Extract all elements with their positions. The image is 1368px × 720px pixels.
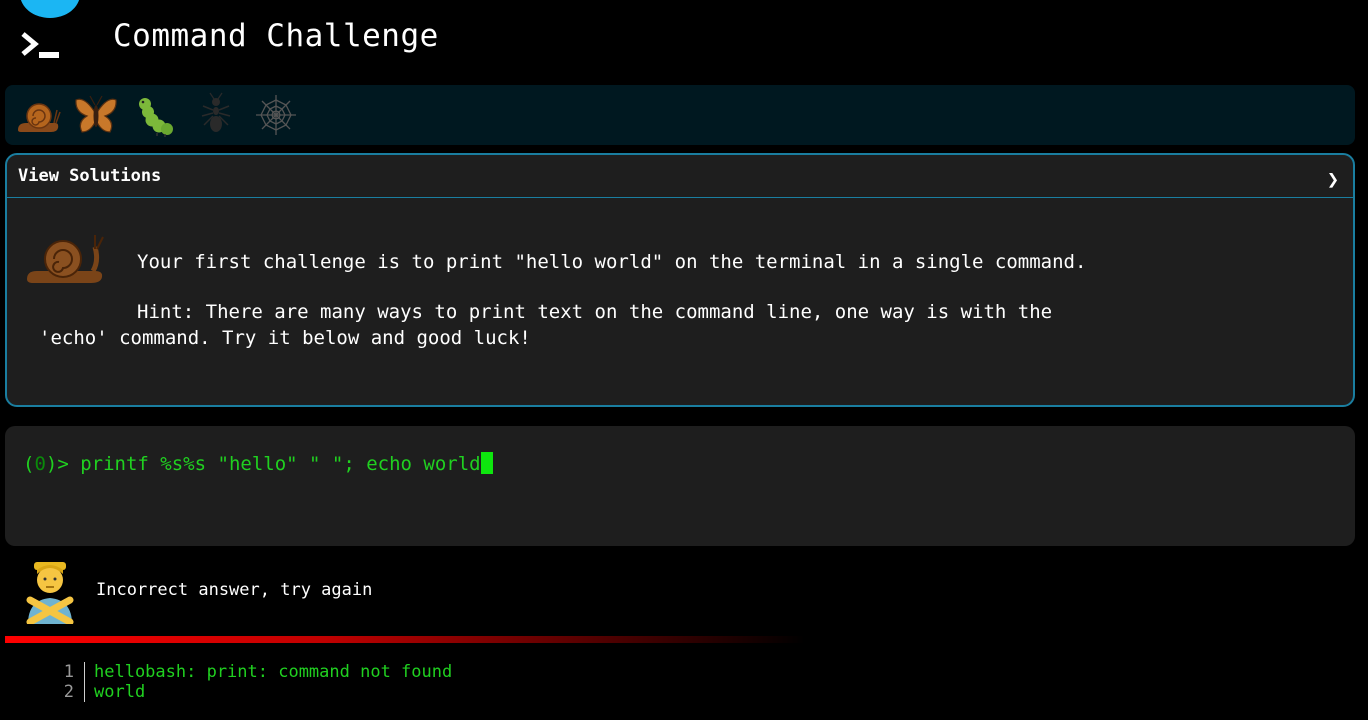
output-text: world xyxy=(94,682,146,702)
output-text: hellobash: print: command not found xyxy=(94,662,453,682)
hint-text-continued: 'echo' command. Try it below and good lu… xyxy=(39,327,531,349)
line-number: 1 xyxy=(63,662,74,682)
spider-web-icon[interactable] xyxy=(253,92,299,138)
incorrect-gesture-avatar-icon xyxy=(26,562,74,624)
terminal-prompt-icon[interactable] xyxy=(18,28,62,64)
page-title: Command Challenge xyxy=(113,18,439,54)
caterpillar-icon[interactable] xyxy=(133,92,179,138)
line-divider xyxy=(84,682,85,702)
challenge-panel: View Solutions ❯ Your first challenge is… xyxy=(5,153,1355,407)
line-number: 2 xyxy=(63,682,74,702)
status-bar-incorrect xyxy=(5,636,805,643)
view-solutions-toggle[interactable]: View Solutions ❯ xyxy=(7,155,1353,198)
prompt-open: ( xyxy=(23,453,35,475)
terminal-command-line[interactable]: (0)> printf %s%s "hello" " "; echo world xyxy=(23,452,493,475)
terminal-input[interactable]: (0)> printf %s%s "hello" " "; echo world xyxy=(5,426,1355,546)
view-solutions-label[interactable]: View Solutions xyxy=(18,166,161,186)
command-text[interactable]: printf %s%s "hello" " "; echo world xyxy=(80,453,480,475)
header: Command Challenge xyxy=(0,0,1368,84)
chevron-right-icon[interactable]: ❯ xyxy=(1327,167,1339,191)
text-cursor xyxy=(480,452,493,474)
challenge-description: Your first challenge is to print "hello … xyxy=(137,251,1087,273)
snail-icon xyxy=(27,235,104,283)
ant-icon[interactable] xyxy=(193,92,239,138)
logo-accent xyxy=(20,0,80,18)
feedback-message: Incorrect answer, try again xyxy=(96,580,373,600)
level-bar xyxy=(5,85,1355,145)
exit-code: 0 xyxy=(34,453,46,475)
snail-icon[interactable] xyxy=(15,92,61,138)
line-divider xyxy=(84,662,85,682)
prompt-close: )> xyxy=(45,453,81,475)
butterfly-icon[interactable] xyxy=(73,92,119,138)
hint-text: Hint: There are many ways to print text … xyxy=(137,301,1053,323)
